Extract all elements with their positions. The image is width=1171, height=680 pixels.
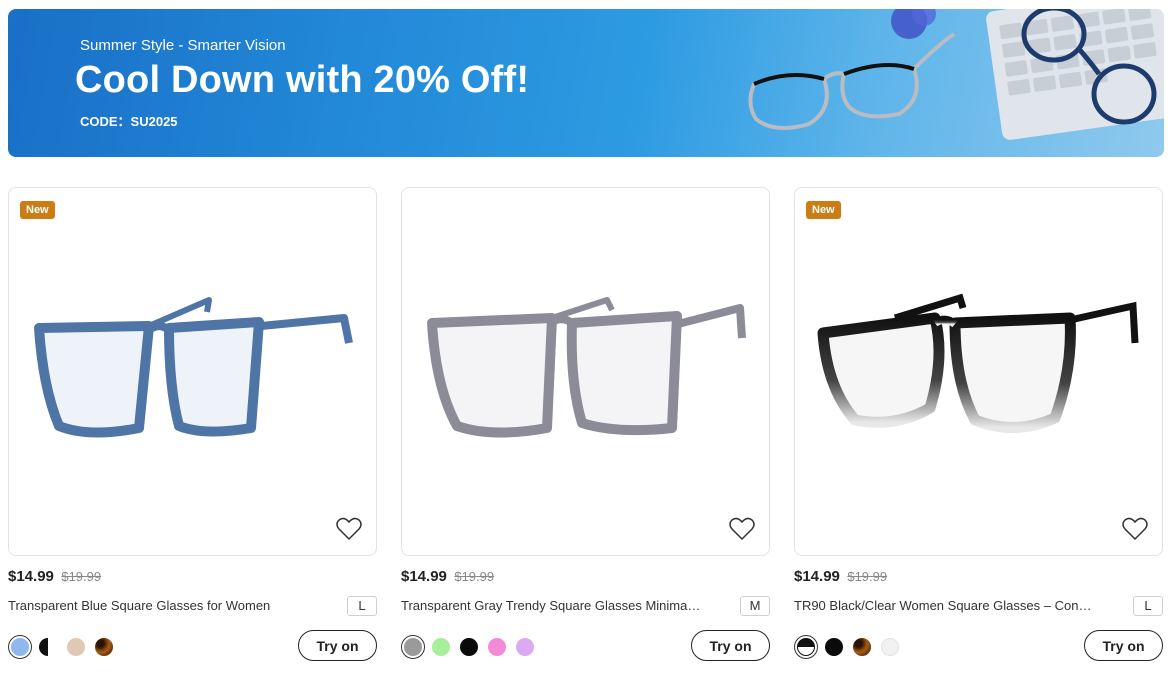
heart-icon[interactable]	[729, 517, 755, 541]
product-image-box[interactable]	[401, 187, 770, 556]
size-badge: M	[740, 596, 770, 616]
product-card[interactable]: New $14.99 $19.99 TR90 Black/Clear Women…	[794, 187, 1163, 661]
swatch-lilac[interactable]	[516, 638, 534, 656]
size-badge: L	[1133, 596, 1163, 616]
swatch-beige[interactable]	[67, 638, 85, 656]
color-swatches: Try on	[8, 630, 377, 662]
product-name[interactable]: TR90 Black/Clear Women Square Glasses – …	[794, 598, 1094, 613]
promo-banner[interactable]: Summer Style - Smarter Vision Cool Down …	[8, 9, 1164, 157]
sale-price: $14.99	[794, 568, 840, 585]
color-swatches: Try on	[794, 630, 1163, 662]
swatch-pink[interactable]	[488, 638, 506, 656]
price-row: $14.99 $19.99	[401, 568, 494, 586]
swatch-black-clear[interactable]	[794, 635, 818, 659]
swatch-gray[interactable]	[401, 635, 425, 659]
sale-price: $14.99	[8, 568, 54, 585]
new-badge: New	[20, 201, 55, 219]
original-price: $19.99	[454, 569, 495, 584]
product-image-box[interactable]: New	[8, 187, 377, 556]
try-on-button[interactable]: Try on	[298, 630, 377, 661]
try-on-button[interactable]: Try on	[691, 630, 770, 661]
banner-glasses-image	[748, 9, 1164, 140]
color-swatches: Try on	[401, 630, 770, 662]
new-badge: New	[806, 201, 841, 219]
swatch-black[interactable]	[460, 638, 478, 656]
original-price: $19.99	[61, 569, 102, 584]
swatch-black-clear[interactable]	[39, 638, 57, 656]
heart-icon[interactable]	[1122, 517, 1148, 541]
product-glasses-image	[427, 297, 746, 438]
swatch-blue[interactable]	[8, 635, 32, 659]
original-price: $19.99	[847, 569, 888, 584]
banner-subtitle: Summer Style - Smarter Vision	[80, 37, 286, 54]
product-card[interactable]: $14.99 $19.99 Transparent Gray Trendy Sq…	[401, 187, 770, 661]
product-glasses-image	[34, 297, 353, 438]
product-glasses-image	[817, 293, 1139, 433]
banner-code: CODE：SU2025	[80, 114, 178, 129]
swatch-clear[interactable]	[881, 638, 899, 656]
swatch-black[interactable]	[825, 638, 843, 656]
price-row: $14.99 $19.99	[794, 568, 887, 586]
product-name[interactable]: Transparent Blue Square Glasses for Wome…	[8, 598, 308, 613]
product-name[interactable]: Transparent Gray Trendy Square Glasses M…	[401, 598, 701, 613]
swatch-tortoise[interactable]	[95, 638, 113, 656]
sale-price: $14.99	[401, 568, 447, 585]
price-row: $14.99 $19.99	[8, 568, 101, 586]
swatch-tortoise[interactable]	[853, 638, 871, 656]
size-badge: L	[347, 596, 377, 616]
heart-icon[interactable]	[336, 517, 362, 541]
try-on-button[interactable]: Try on	[1084, 630, 1163, 661]
product-image-box[interactable]: New	[794, 187, 1163, 556]
swatch-green[interactable]	[432, 638, 450, 656]
banner-title: Cool Down with 20% Off!	[75, 59, 530, 101]
product-card[interactable]: New $14.99 $19.99 Transparent Blue Squar…	[8, 187, 377, 661]
